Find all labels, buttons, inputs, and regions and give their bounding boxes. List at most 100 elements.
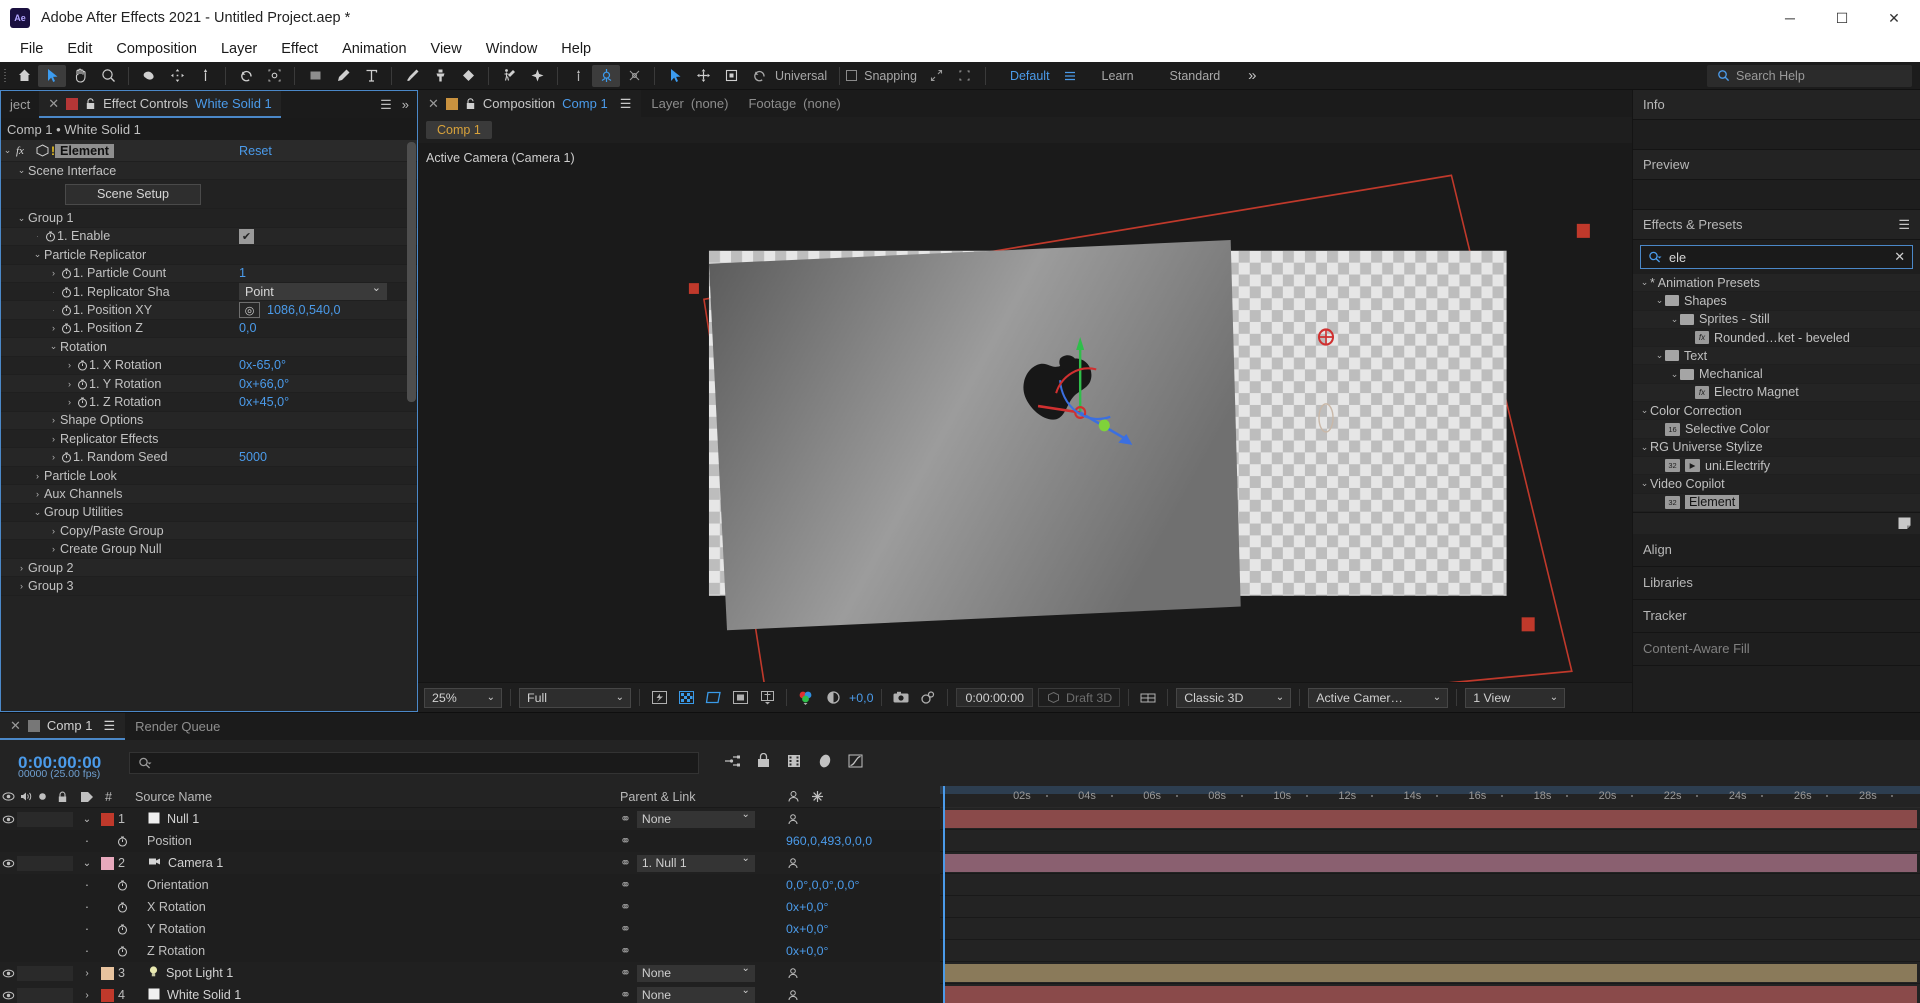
effect-property-row[interactable]: · 1. Position XY ◎ 1086,0,540,0 [1, 301, 417, 320]
effects-tree-item[interactable]: ⌄ Text [1633, 347, 1920, 366]
effects-presets-header[interactable]: Effects & Presets ☰ [1633, 210, 1920, 240]
property-row[interactable]: · X Rotation ⚭ 0x+0,0° [0, 896, 940, 918]
stopwatch-icon[interactable] [60, 451, 73, 463]
tracker-panel-header[interactable]: Tracker [1633, 599, 1920, 633]
stopwatch-icon[interactable] [60, 304, 73, 316]
composition-tab-menu-icon[interactable]: ☰ [620, 96, 632, 112]
show-snapshot-icon[interactable] [917, 688, 939, 708]
minimize-button[interactable]: ─ [1764, 0, 1816, 36]
layer-twirl-icon[interactable]: › [73, 968, 101, 979]
menu-file[interactable]: File [8, 39, 55, 59]
parent-pickwhip-icon[interactable]: ⚭ [620, 965, 631, 981]
layer-lock-toggle[interactable] [51, 987, 73, 1003]
property-twirl-icon[interactable]: › [15, 581, 28, 591]
menu-animation[interactable]: Animation [330, 39, 418, 59]
timeline-tab-close-icon[interactable]: ✕ [10, 718, 21, 734]
property-dropdown[interactable]: Point [239, 281, 387, 301]
axis-world-icon[interactable] [592, 64, 620, 87]
workspace-default[interactable]: Default [992, 69, 1056, 83]
tab-footage[interactable]: Footage (none) [738, 90, 850, 117]
composition-lock-icon[interactable] [465, 97, 476, 110]
layer-color-swatch[interactable] [101, 812, 114, 826]
composition-mini-flowchart-icon[interactable] [723, 753, 741, 774]
menu-effect[interactable]: Effect [269, 39, 330, 59]
layer-lock-toggle[interactable] [51, 855, 73, 871]
align-panel-header[interactable]: Align [1633, 533, 1920, 567]
effect-reset-link[interactable]: Reset [239, 144, 272, 158]
parent-pickwhip-icon[interactable]: ⚭ [620, 811, 631, 827]
fast-preview-icon[interactable] [648, 688, 670, 708]
exposure-value[interactable]: +0,0 [849, 691, 873, 705]
clone-stamp-tool-icon[interactable] [426, 65, 454, 87]
tab-close-icon[interactable]: ✕ [48, 96, 59, 112]
parent-select[interactable]: None [636, 963, 755, 982]
effect-property-row[interactable]: › Group 2 [1, 558, 417, 578]
rotation-tool-icon[interactable] [232, 65, 260, 87]
property-value[interactable]: 0x+66,0° [239, 377, 289, 391]
layer-parent-cell[interactable]: ⚭ None [620, 809, 780, 828]
motion-blur-icon[interactable] [786, 753, 803, 774]
layer-visibility-toggle[interactable] [0, 968, 17, 979]
effects-tree-item[interactable]: ⌄ Shapes [1633, 292, 1920, 311]
layer-name-cell[interactable]: Spot Light 1 [144, 965, 620, 981]
scene-setup-button[interactable]: Scene Setup [65, 183, 201, 205]
tab-effect-controls[interactable]: ✕ Effect Controls White Solid 1 [39, 91, 281, 118]
effect-property-row[interactable]: › Group 3 [1, 577, 417, 596]
parent-pickwhip-icon[interactable]: ⚭ [620, 855, 631, 871]
tab-composition[interactable]: ✕ Composition Comp 1 ☰ [418, 90, 642, 117]
timeline-timegraph[interactable]: 02s 04s 06s 08s 10s 12s 14s 16s 18s 20s 22s 24s 26s 2… [940, 786, 1920, 1003]
prop-stopwatch-icon[interactable] [101, 835, 143, 847]
dolly-tool-icon[interactable] [191, 65, 219, 87]
stopwatch-icon[interactable] [76, 359, 89, 371]
position-picker-icon[interactable]: ◎ [239, 302, 260, 319]
property-value[interactable]: 0x-65,0° [239, 358, 286, 372]
property-value[interactable]: 0x+0,0° [780, 900, 940, 914]
prop-stopwatch-icon[interactable] [101, 901, 143, 913]
panel-menu-icon[interactable]: ☰ [380, 97, 392, 113]
pen-tool-icon[interactable] [329, 65, 357, 87]
property-value[interactable]: 0x+0,0° [780, 922, 940, 936]
info-panel-header[interactable]: Info [1633, 90, 1920, 120]
layer-parent-cell[interactable]: ⚭ 1. Null 1 [620, 853, 780, 872]
effect-property-row[interactable]: › 1. Position Z 0,0 [1, 319, 417, 339]
effects-tree-item[interactable]: ⌄ Mechanical [1633, 365, 1920, 384]
property-value[interactable]: 0,0 [239, 321, 257, 335]
selection-tool-icon[interactable] [38, 64, 66, 87]
timeline-ruler[interactable]: 02s 04s 06s 08s 10s 12s 14s 16s 18s 20s 22s 24s 26s 2… [940, 786, 1920, 808]
layer-duration-bar[interactable] [943, 854, 1917, 872]
tree-twirl-icon[interactable]: ⌄ [1654, 295, 1665, 306]
property-twirl-icon[interactable]: › [63, 360, 76, 370]
tree-twirl-icon[interactable]: ⌄ [1639, 442, 1650, 453]
effect-property-row[interactable]: › Aux Channels [1, 485, 417, 504]
move-icon[interactable] [689, 65, 717, 87]
property-row[interactable]: · Z Rotation ⚭ 0x+0,0° [0, 940, 940, 962]
graph-editor-ellipse-icon[interactable] [817, 753, 833, 774]
effects-tree-item[interactable]: 32 ▶ uni.Electrify [1633, 456, 1920, 476]
effect-controls-scrollbar[interactable] [407, 142, 416, 402]
stopwatch-icon[interactable] [44, 230, 57, 243]
view-layout-select[interactable]: 1 View ⌄ [1465, 687, 1566, 708]
stopwatch-icon[interactable] [60, 322, 73, 334]
menu-view[interactable]: View [419, 39, 474, 59]
stopwatch-icon[interactable] [60, 286, 73, 298]
channel-rgb-icon[interactable] [795, 688, 817, 708]
layer-solo-toggle[interactable] [34, 965, 51, 981]
property-value[interactable]: 0x+45,0° [239, 395, 289, 409]
property-twirl-icon[interactable]: ⌄ [31, 507, 44, 518]
scene-interface-twirl-icon[interactable]: ⌄ [15, 165, 28, 176]
property-twirl-icon[interactable]: › [47, 544, 60, 554]
effect-property-row[interactable]: › 1. X Rotation 0x-65,0° [1, 356, 417, 375]
parent-pickwhip-icon[interactable]: ⚭ [620, 921, 631, 937]
property-twirl-icon[interactable]: › [63, 379, 76, 389]
property-twirl-icon[interactable]: › [47, 415, 60, 425]
renderer-select[interactable]: Classic 3D ⌄ [1176, 687, 1292, 708]
menu-help[interactable]: Help [549, 39, 603, 59]
effects-tree-item[interactable]: ⌄ Color Correction [1633, 402, 1920, 421]
lock-icon[interactable] [85, 97, 96, 110]
effect-property-row[interactable]: › Copy/Paste Group [1, 522, 417, 541]
property-twirl-icon[interactable]: › [15, 563, 28, 573]
home-icon[interactable] [10, 65, 38, 87]
rotate-universal-icon[interactable] [745, 65, 773, 87]
layer-switches[interactable] [780, 989, 940, 1001]
zoom-level-select[interactable]: 25% ⌄ [424, 687, 502, 708]
